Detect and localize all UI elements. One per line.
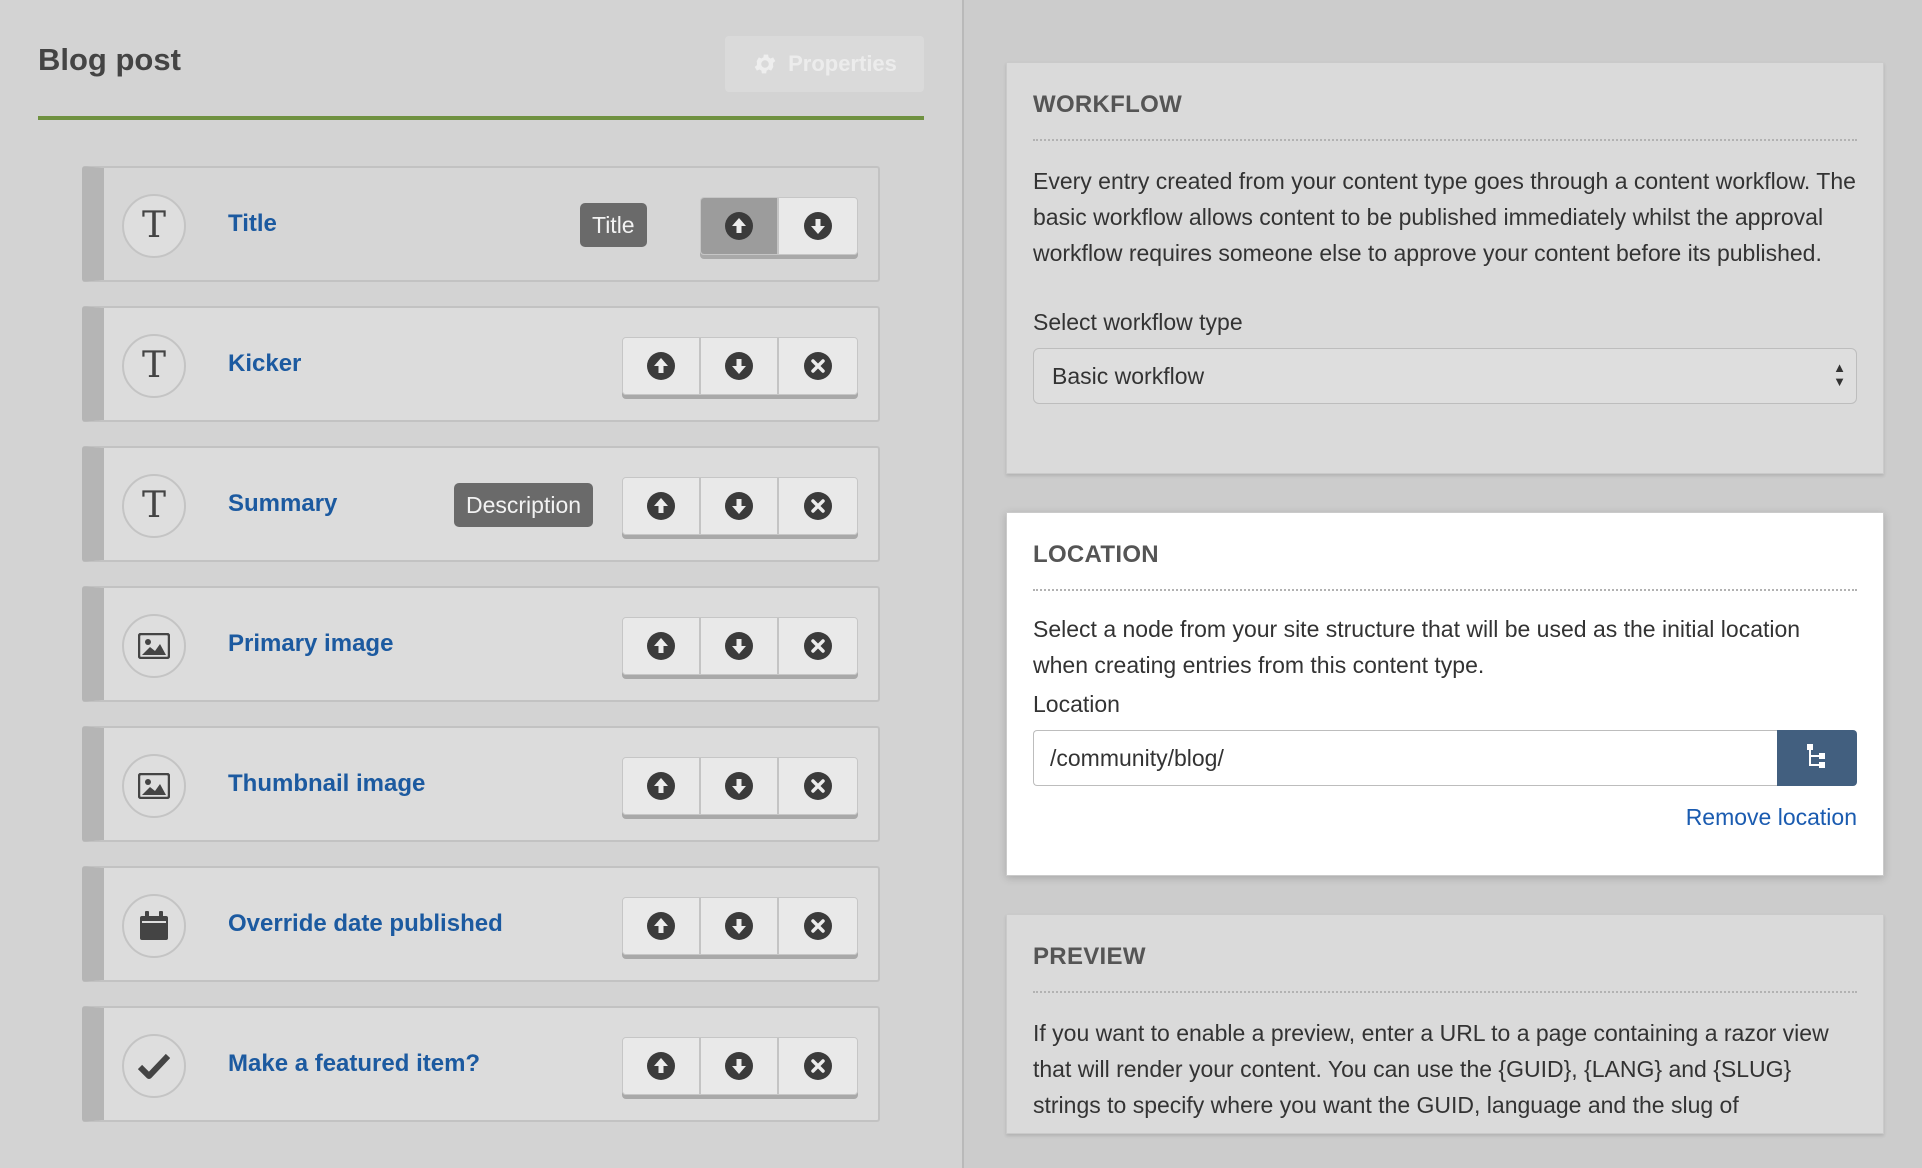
- field-row[interactable]: T Title Title: [82, 166, 880, 282]
- image-icon: [122, 614, 186, 678]
- field-label[interactable]: Kicker: [228, 308, 301, 420]
- calendar-icon: [122, 894, 186, 958]
- arrow-down-circle-icon: [724, 351, 754, 381]
- field-label[interactable]: Thumbnail image: [228, 728, 425, 840]
- arrow-down-circle-icon: [803, 211, 833, 241]
- workflow-select-label: Select workflow type: [1033, 309, 1243, 335]
- remove-field-button[interactable]: [779, 338, 857, 394]
- workflow-type-select[interactable]: Basic workflow ▲ ▼: [1033, 348, 1857, 404]
- field-row[interactable]: Make a featured item?: [82, 1006, 880, 1122]
- arrow-up-circle-icon: [646, 491, 676, 521]
- field-label[interactable]: Override date published: [228, 868, 503, 980]
- move-up-button[interactable]: [623, 618, 701, 674]
- close-circle-icon: [803, 1051, 833, 1081]
- field-list: T Title Title T Kicker T Summary Description Pri…: [82, 166, 880, 1146]
- image-icon: [122, 754, 186, 818]
- properties-label: Properties: [788, 51, 897, 76]
- move-up-button[interactable]: [623, 478, 701, 534]
- preview-description: If you want to enable a preview, enter a…: [1033, 1020, 1829, 1118]
- field-actions: [622, 477, 858, 535]
- arrow-up-circle-icon: [724, 211, 754, 241]
- remove-field-button[interactable]: [779, 478, 857, 534]
- arrow-down-circle-icon: [724, 911, 754, 941]
- field-actions: [622, 897, 858, 955]
- move-up-button[interactable]: [623, 1038, 701, 1094]
- site-tree-button[interactable]: [1777, 730, 1857, 786]
- workflow-description: Every entry created from your content ty…: [1033, 168, 1856, 266]
- arrow-up-circle-icon: [646, 631, 676, 661]
- field-row[interactable]: Thumbnail image: [82, 726, 880, 842]
- workflow-type-value: Basic workflow: [1052, 362, 1205, 389]
- arrow-down-circle-icon: [724, 771, 754, 801]
- location-field-label: Location: [1033, 691, 1120, 717]
- field-tag-badge: Description: [454, 483, 594, 527]
- checkmark-icon: [122, 1034, 186, 1098]
- preview-card: PREVIEW If you want to enable a preview,…: [1006, 914, 1884, 1134]
- move-down-button[interactable]: [701, 1038, 779, 1094]
- close-circle-icon: [803, 351, 833, 381]
- arrow-down-circle-icon: [724, 631, 754, 661]
- arrow-up-circle-icon: [646, 771, 676, 801]
- move-down-button[interactable]: [701, 478, 779, 534]
- move-down-button[interactable]: [779, 198, 857, 254]
- remove-location-link[interactable]: Remove location: [1033, 804, 1857, 831]
- field-row[interactable]: Override date published: [82, 866, 880, 982]
- gear-icon: [752, 51, 778, 77]
- move-down-button[interactable]: [701, 758, 779, 814]
- field-actions: [700, 197, 858, 255]
- close-circle-icon: [803, 491, 833, 521]
- field-label[interactable]: Primary image: [228, 588, 393, 700]
- close-circle-icon: [803, 911, 833, 941]
- field-row[interactable]: Primary image: [82, 586, 880, 702]
- move-down-button[interactable]: [701, 898, 779, 954]
- location-description: Select a node from your site structure t…: [1033, 616, 1801, 678]
- text-type-icon: T: [122, 334, 186, 398]
- close-circle-icon: [803, 771, 833, 801]
- location-heading: LOCATION: [1033, 513, 1857, 591]
- select-arrows-icon: ▲ ▼: [1833, 360, 1846, 389]
- location-input[interactable]: [1033, 730, 1777, 786]
- field-actions: [622, 757, 858, 815]
- workflow-card: WORKFLOW Every entry created from your c…: [1006, 62, 1884, 474]
- arrow-up-circle-icon: [646, 351, 676, 381]
- field-actions: [622, 1037, 858, 1095]
- location-picker: [1033, 730, 1857, 786]
- arrow-up-circle-icon: [646, 1051, 676, 1081]
- text-type-icon: T: [122, 194, 186, 258]
- field-label[interactable]: Title: [228, 168, 277, 280]
- move-up-button[interactable]: [623, 338, 701, 394]
- field-row[interactable]: T Kicker: [82, 306, 880, 422]
- page-header: Blog post Properties: [38, 36, 924, 120]
- workflow-heading: WORKFLOW: [1033, 63, 1857, 141]
- content-type-editor: Blog post Properties T Title Title T Kicker T…: [0, 0, 964, 1168]
- page-title: Blog post: [38, 42, 181, 77]
- location-card: LOCATION Select a node from your site st…: [1006, 512, 1884, 876]
- move-up-button[interactable]: [701, 198, 779, 254]
- move-down-button[interactable]: [701, 618, 779, 674]
- move-down-button[interactable]: [701, 338, 779, 394]
- close-circle-icon: [803, 631, 833, 661]
- site-tree-icon: [1802, 741, 1832, 776]
- arrow-down-circle-icon: [724, 491, 754, 521]
- field-label[interactable]: Make a featured item?: [228, 1008, 480, 1120]
- field-actions: [622, 337, 858, 395]
- move-up-button[interactable]: [623, 758, 701, 814]
- properties-button[interactable]: Properties: [725, 36, 924, 92]
- field-row[interactable]: T Summary Description: [82, 446, 880, 562]
- remove-field-button[interactable]: [779, 898, 857, 954]
- field-label[interactable]: Summary: [228, 448, 337, 560]
- arrow-up-circle-icon: [646, 911, 676, 941]
- remove-field-button[interactable]: [779, 618, 857, 674]
- move-up-button[interactable]: [623, 898, 701, 954]
- preview-heading: PREVIEW: [1033, 915, 1857, 993]
- remove-field-button[interactable]: [779, 1038, 857, 1094]
- arrow-down-circle-icon: [724, 1051, 754, 1081]
- field-actions: [622, 617, 858, 675]
- field-tag-badge: Title: [580, 203, 647, 247]
- text-type-icon: T: [122, 474, 186, 538]
- remove-field-button[interactable]: [779, 758, 857, 814]
